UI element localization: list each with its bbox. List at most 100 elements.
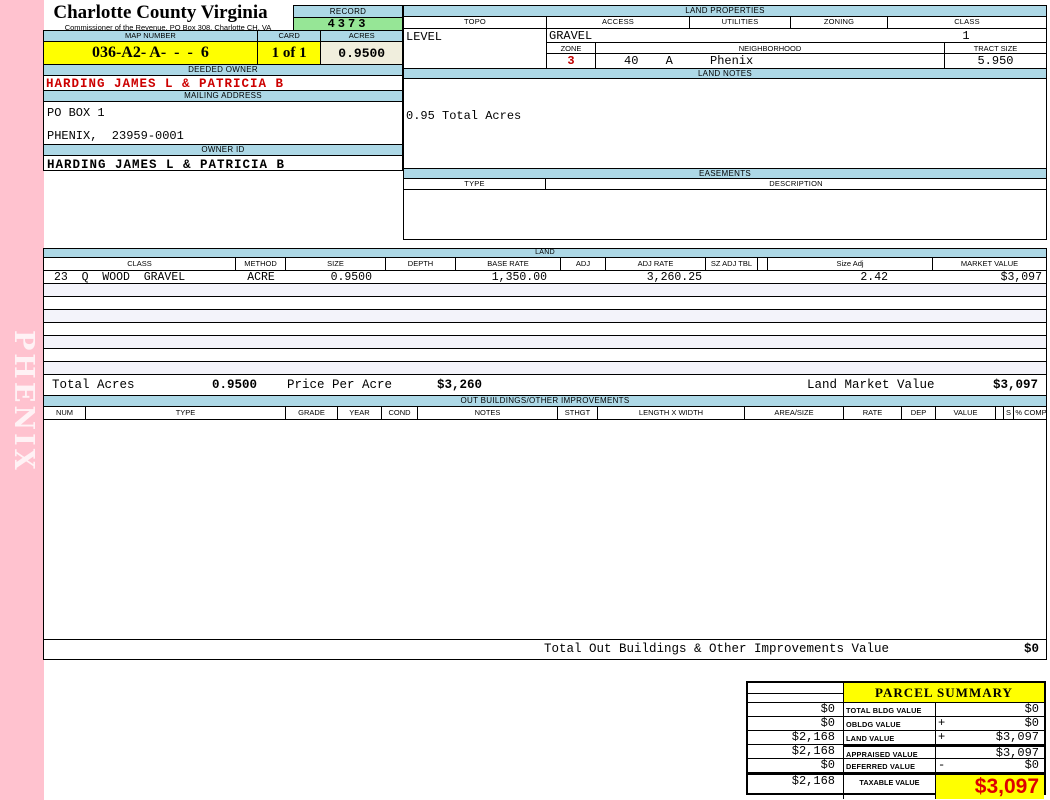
access-class-row: GRAVEL 1 [547,29,1046,43]
easements-title: EASEMENTS [404,168,1046,179]
total-bldg-value-label: TOTAL BLDG VALUE [844,703,936,717]
land-col-size-adj: Size Adj [768,258,933,270]
sidebar-watermark: PHENIX [8,330,39,473]
land-empty-row [44,336,1046,349]
parcel-id-owner-panel: MAP NUMBER CARD ACRES 036-A2- A- - - 6 1… [43,30,403,172]
land-table-header: CLASS METHOD SIZE DEPTH BASE RATE ADJ AD… [44,258,1046,271]
card-value: 1 of 1 [257,42,322,64]
land-row-size: 0.9500 [330,271,372,283]
land-row-class: 23 Q WOOD GRAVEL [54,271,186,283]
acres-label: ACRES [321,31,402,42]
total-bldg-value-op [936,703,956,717]
out-buildings-total-row: Total Out Buildings & Other Improvements… [44,639,1046,659]
county-title: Charlotte County Virginia [53,2,268,23]
zone-value: 3 [547,54,596,68]
land-notes-text: 0.95 Total Acres [406,109,522,123]
land-row-size-adj: 2.42 [860,271,888,283]
land-col-sz-adj-tbl: SZ ADJ TBL [706,258,758,270]
ob-col-num: NUM [44,407,86,419]
taxable-value: $3,097 [936,773,1044,799]
ob-col-spacer [996,407,1004,419]
appraised-value-op [936,745,956,759]
land-properties-header-row: TOPO ACCESS UTILITIES ZONING CLASS [404,17,1046,29]
card-label: CARD [257,31,322,42]
total-acres-value: 0.9500 [212,378,258,392]
map-number-header-row: MAP NUMBER CARD ACRES [44,31,402,42]
land-col-size: SIZE [286,258,386,270]
out-buildings-title: OUT BUILDINGS/OTHER IMPROVEMENTS [44,396,1046,407]
price-per-acre-label: Price Per Acre [287,378,393,392]
land-properties-panel: LAND PROPERTIES TOPO ACCESS UTILITIES ZO… [403,5,1047,240]
parcel-summary-table: PARCEL SUMMARY $0 TOTAL BLDG VALUE $0 $0… [746,681,1046,799]
land-properties-values: LEVEL GRAVEL 1 ZONE NEIGHBORHOOD TRACT S… [404,29,1046,68]
topo-value: LEVEL [404,29,547,68]
land-col-base-rate: BASE RATE [456,258,561,270]
land-row-spacer [758,271,768,283]
map-number-value-row: 036-A2- A- - - 6 1 of 1 0.9500 [44,42,402,65]
land-row-method: ACRE [247,271,275,283]
land-notes-area: 0.95 Total Acres [404,79,1046,168]
deferred-value-op: - [936,759,956,773]
appraised-value-label: APPRAISED VALUE [844,745,936,759]
mailing-address-label: MAILING ADDRESS [44,91,402,102]
record-box: RECORD 4373 [293,5,403,32]
neighborhood-label: NEIGHBORHOOD [596,43,945,53]
neighborhood-values: 40 A Phenix [596,54,945,68]
ob-col-area-size: AREA/SIZE [745,407,844,419]
land-row-sz-adj-tbl [706,271,758,283]
land-empty-row [44,310,1046,323]
owner-id-value: HARDING JAMES L & PATRICIA B [47,158,286,172]
land-notes-title: LAND NOTES [404,68,1046,79]
out-buildings-header: NUM TYPE GRADE YEAR COND NOTES STHGT LEN… [44,407,1047,420]
obldg-value: $0 [956,717,1044,731]
easement-description-label: DESCRIPTION [769,179,823,188]
prior-appraised-value: $2,168 [748,745,844,759]
ob-col-type: TYPE [86,407,286,419]
prior-deferred-value: $0 [748,759,844,773]
land-table-title: LAND [44,249,1046,258]
land-value: $3,097 [956,731,1044,745]
taxable-value-label: TAXABLE VALUE [844,773,936,799]
prior-land-value: $2,168 [748,731,844,745]
map-number-label: MAP NUMBER [44,31,258,42]
parcel-summary-corner [748,683,844,703]
deferred-value: $0 [956,759,1044,773]
prior-obldg-value: $0 [748,717,844,731]
mailing-address-block: PO BOX 1 PHENIX, 23959-0001 [44,102,402,145]
total-bldg-value: $0 [956,703,1044,717]
easements-empty-area [404,190,1046,239]
land-value-op: + [936,731,956,745]
land-row-market-value: $3,097 [1000,271,1042,283]
out-buildings-empty-area [44,420,1046,639]
land-row-base-rate: 1,350.00 [491,271,547,283]
land-row-depth [386,271,456,283]
zone-label: ZONE [547,43,596,53]
class-value: 1 [962,29,970,43]
deferred-value-label: DEFERRED VALUE [844,759,936,773]
land-properties-title: LAND PROPERTIES [404,6,1046,17]
ob-col-year: YEAR [338,407,382,419]
utilities-column-label: UTILITIES [690,17,791,28]
ob-col-cond: COND [382,407,418,419]
land-row-adj [561,271,606,283]
ob-col-s: S [1004,407,1014,419]
neighborhood-code: 40 [624,54,639,68]
land-market-value: $3,097 [992,378,1038,392]
zone-value-row: 3 40 A Phenix 5.950 [547,54,1046,68]
land-empty-row [44,362,1046,375]
class-column-label: CLASS [954,17,980,26]
land-totals-row: Total Acres 0.9500 Price Per Acre $3,260… [44,375,1046,396]
land-col-adj: ADJ [561,258,606,270]
neighborhood-name: Phenix [710,54,754,68]
deeded-owner-value: HARDING JAMES L & PATRICIA B [44,76,402,91]
prior-taxable-value: $2,168 [748,773,844,799]
land-table-row: 23 Q WOOD GRAVEL ACRE 0.9500 1,350.00 3,… [44,271,1046,284]
ob-col-grade: GRADE [286,407,338,419]
map-number-value: 036-A2- A- - - 6 [44,42,258,64]
land-col-adj-rate: ADJ RATE [606,258,706,270]
land-market-value-label: Land Market Value [807,378,935,392]
obldg-value-op: + [936,717,956,731]
ob-col-length-width: LENGTH X WIDTH [598,407,745,419]
address-line1: PO BOX 1 [47,106,105,120]
ob-col-dep: DEP [902,407,936,419]
